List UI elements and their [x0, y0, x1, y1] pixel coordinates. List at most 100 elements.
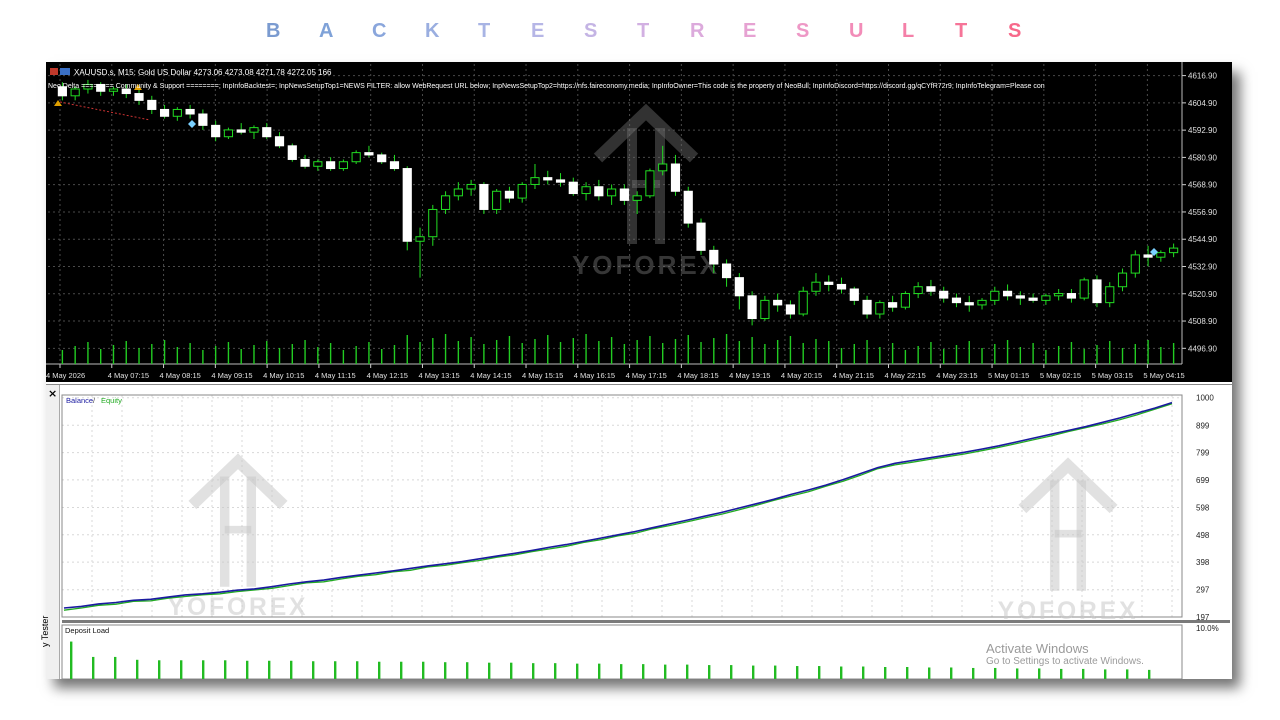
price-chart-panel[interactable]: 4616.90 4604.90 4592.90 4580.90 4568.90 4556.… [46, 62, 1232, 382]
candle-body [645, 170, 655, 197]
candle-body [517, 183, 527, 199]
equity-tick-label: 297 [1196, 586, 1210, 595]
candle-body [862, 299, 872, 315]
equity-tick-label: 598 [1196, 504, 1210, 513]
tester-sidebar: × y Tester [40, 385, 60, 679]
price-chart-svg[interactable]: 4616.90 4604.90 4592.90 4580.90 4568.90 4556.… [46, 62, 1232, 382]
chart-info-line: Neo Delta ======== Community & Support =… [48, 83, 1045, 90]
candle-body [364, 152, 374, 156]
time-tick-label: 4 May 16:15 [574, 371, 615, 380]
time-tick-label: 5 May 01:15 [988, 371, 1029, 380]
deposit-load-bar [972, 667, 975, 679]
candle-body [721, 263, 732, 279]
candle-body [964, 302, 974, 306]
candle-body [581, 186, 591, 195]
title-letter: T [955, 20, 968, 42]
deposit-load-label: Deposit Load [65, 626, 109, 635]
activate-windows-subtitle: Go to Settings to activate Windows. [986, 656, 1144, 667]
candle-body [951, 297, 962, 304]
time-tick-label: 4 May 18:15 [677, 371, 718, 380]
candle-body [159, 108, 170, 117]
equity-tick-label: 498 [1196, 531, 1210, 540]
time-tick-label: 4 May 08:15 [160, 371, 201, 380]
candle-body [632, 195, 642, 201]
activate-windows-title: Activate Windows [986, 641, 1089, 656]
candle-body [1117, 272, 1128, 288]
time-tick-label: 4 May 13:15 [418, 371, 459, 380]
deposit-load-bar [532, 663, 535, 679]
title-letter: T [478, 20, 491, 42]
candle-body [377, 154, 387, 163]
close-icon[interactable]: × [48, 387, 57, 400]
candle-body [760, 299, 770, 320]
deposit-load-bar [950, 667, 953, 679]
price-tick-label: 4556.90 [1188, 208, 1217, 217]
candle-body [785, 304, 796, 315]
candle-body [849, 288, 859, 301]
candle-body [1143, 254, 1153, 258]
deposit-load-bar [92, 656, 95, 679]
deposit-load-bar [1016, 668, 1019, 679]
deposit-load-bar [642, 664, 645, 679]
title-letter: R [690, 20, 705, 42]
candle-body [1079, 279, 1089, 299]
screenshot-frame: 4616.90 4604.90 4592.90 4580.90 4568.90 4556.… [40, 62, 1232, 679]
candle-body [530, 177, 540, 185]
candle-body [798, 290, 808, 315]
candle-body [504, 190, 515, 199]
candle-body [1105, 286, 1115, 304]
deposit-load-bar [620, 664, 623, 679]
deposit-load-bar [136, 659, 139, 679]
deposit-load-bar [1060, 668, 1063, 679]
price-tick-label: 4604.90 [1188, 99, 1217, 108]
watermark-brand-text: YOFOREX [572, 250, 720, 280]
price-tick-label: 4532.90 [1188, 263, 1217, 272]
deposit-load-bar [928, 667, 931, 679]
chart-symbol-line: XAUUSD.s, M15: Gold US Dollar 4273.06 42… [74, 68, 332, 77]
time-tick-label: 5 May 04:15 [1143, 371, 1184, 380]
title-letter: S [1008, 20, 1022, 42]
candle-body [990, 290, 1000, 301]
time-tick-label: 4 May 15:15 [522, 371, 563, 380]
candle-body [198, 113, 208, 126]
candle-body [773, 299, 783, 306]
equity-tick-label: 899 [1196, 421, 1210, 430]
deposit-load-bar [158, 660, 161, 679]
deposit-load-bar [554, 663, 557, 679]
strategy-tester-tab[interactable]: y Tester [40, 616, 50, 647]
candle-body [236, 129, 246, 133]
candle-body [913, 286, 923, 295]
deposit-load-bar [774, 665, 777, 679]
candle-body [249, 127, 259, 133]
strategy-tester-panel: 1000 899 799 699 598 498 398 297 197 YOFOREX YOFOR… [40, 384, 1232, 679]
candle-body [185, 108, 195, 115]
watermark-brand-text: YOFOREX [168, 594, 309, 621]
time-tick-label: 4 May 07:15 [108, 371, 149, 380]
deposit-load-bar [1038, 668, 1041, 679]
equity-tick-label: 799 [1196, 449, 1210, 458]
time-tick-label: 4 May 19:15 [729, 371, 770, 380]
candle-body [811, 281, 821, 292]
candle-body [977, 299, 987, 306]
deposit-load-bar [180, 660, 183, 679]
deposit-load-bar [444, 662, 447, 679]
deposit-load-bar [598, 663, 601, 679]
deposit-load-bar [884, 667, 887, 679]
title-letter: T [637, 20, 650, 42]
candle-body [747, 295, 757, 320]
candle-body [415, 236, 425, 242]
candle-body [1130, 254, 1140, 274]
candle-body [1054, 293, 1064, 297]
price-tick-label: 4520.90 [1188, 290, 1217, 299]
candle-body [338, 161, 348, 170]
title-letter: L [902, 20, 915, 42]
candle-body [683, 190, 693, 224]
equity-tick-label: 699 [1196, 476, 1210, 485]
title-letter: S [796, 20, 810, 42]
price-tick-label: 4592.90 [1188, 126, 1217, 135]
chart-type-icon [60, 68, 70, 75]
candle-body [658, 163, 668, 172]
title-letter: B [266, 20, 281, 42]
time-tick-label: 4 May 17:15 [626, 371, 667, 380]
panel-separator [62, 620, 1230, 623]
